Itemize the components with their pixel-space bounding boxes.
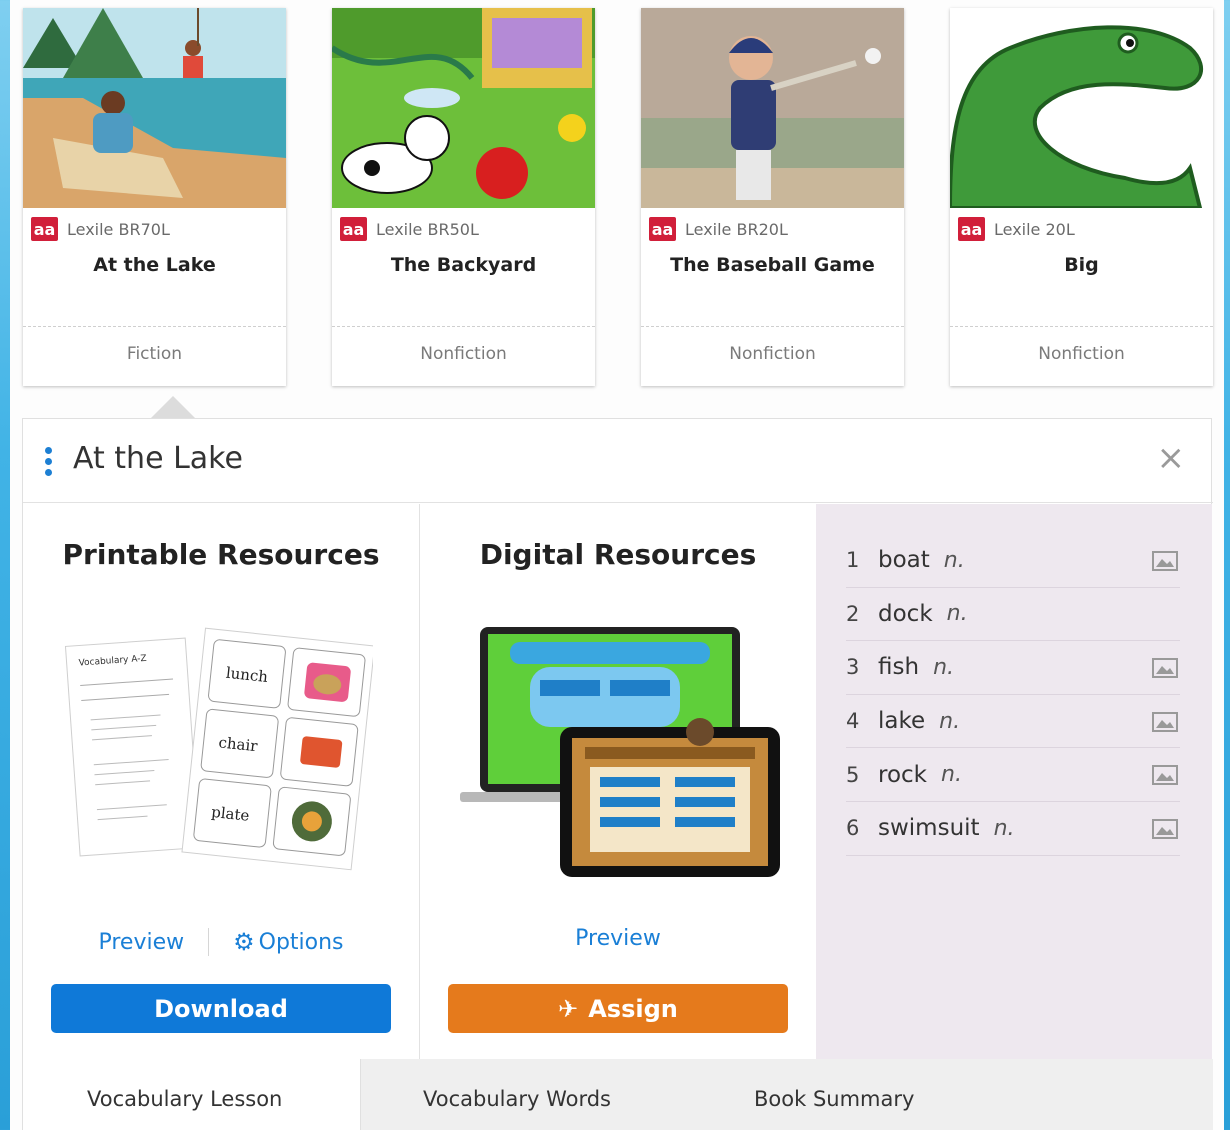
vocab-word: lake [878,708,926,735]
selected-card-pointer [151,396,195,418]
divider [23,326,286,327]
printable-resources-thumbnail[interactable]: Vocabulary A-Z lunch chair plate [63,622,376,882]
book-title[interactable]: The Backyard [332,254,595,276]
lexile-level: aa Lexile BR70L [31,216,170,242]
panel-title: At the Lake [73,441,243,476]
image-icon[interactable] [1152,551,1178,571]
gear-icon[interactable]: ⚙ [233,928,255,956]
image-icon[interactable] [1152,765,1178,786]
vocab-number: 5 [846,762,860,787]
vocabulary-list: 1 boat n. 2 dock n. 3 fish n. 4 lake n. … [846,534,1180,856]
link-divider [208,928,210,956]
vocab-word: fish [878,654,920,681]
book-genre: Nonfiction [1038,344,1125,364]
book-title[interactable]: Big [950,254,1213,276]
image-icon[interactable] [1152,818,1178,839]
image-icon[interactable] [1152,658,1178,679]
vocab-number: 6 [846,816,860,841]
vocab-item[interactable]: 2 dock n. [846,588,1180,642]
digital-resources-thumbnail[interactable] [450,622,790,882]
panel-header: At the Lake × [23,419,1213,503]
paper-plane-icon: ✈ [558,994,579,1023]
printable-resources-section: Printable Resources Vocabulary A-Z lunch… [23,504,420,1059]
book-title[interactable]: The Baseball Game [641,254,904,276]
assign-label: Assign [588,994,678,1023]
book-cover-image[interactable] [332,8,595,208]
panel-tabs: Vocabulary Lesson Vocabulary Words Book … [23,1059,1213,1130]
reading-level-badge: aa [649,217,676,241]
image-icon[interactable] [1152,711,1178,732]
reading-level-badge: aa [958,217,985,241]
vocab-word: dock [878,600,933,627]
vocab-word: swimsuit [878,815,980,842]
tab-vocabulary-words[interactable]: Vocabulary Words [423,1087,611,1111]
lexile-level: aa Lexile 20L [958,216,1075,242]
book-card-big[interactable]: aa Lexile 20L Big Nonfiction [950,8,1213,386]
vocab-word: rock [878,761,927,788]
book-title[interactable]: At the Lake [23,254,286,276]
vocab-number: 2 [846,601,860,626]
vocab-part-of-speech: n. [946,601,968,627]
vocab-number: 4 [846,709,860,734]
tab-vocabulary-lesson[interactable]: Vocabulary Lesson [23,1059,360,1130]
vocab-item[interactable]: 1 boat n. [846,534,1180,588]
options-link[interactable]: Options [259,930,344,955]
vocab-number: 3 [846,655,860,680]
lexile-text: Lexile 20L [994,219,1075,239]
printable-links: Preview ⚙ Options [23,928,419,956]
vocabulary-list-section: 1 boat n. 2 dock n. 3 fish n. 4 lake n. … [816,504,1212,1059]
divider [641,326,904,327]
lexile-text: Lexile BR70L [67,219,170,239]
vocab-part-of-speech: n. [941,762,962,788]
lexile-level: aa Lexile BR20L [649,216,788,242]
digital-resources-section: Digital Resources Preview ✈ Assign [420,504,816,1059]
vocab-item[interactable]: 6 swimsuit n. [846,802,1180,856]
vocab-item[interactable]: 3 fish n. [846,641,1180,695]
vocab-part-of-speech: n. [993,815,1015,841]
lexile-text: Lexile BR20L [685,219,788,239]
book-card-the-backyard[interactable]: aa Lexile BR50L The Backyard Nonfiction [332,8,595,386]
book-cover-image[interactable] [641,8,904,208]
download-button[interactable]: Download [51,984,391,1033]
vocab-word: boat [878,547,930,574]
book-detail-panel: At the Lake × Printable Resources Vocabu… [22,418,1213,1130]
close-icon[interactable]: × [1157,441,1186,475]
tab-book-summary[interactable]: Book Summary [754,1087,914,1111]
divider [950,326,1213,327]
book-cover-image[interactable] [23,8,286,208]
book-genre: Nonfiction [729,344,816,364]
assign-button[interactable]: ✈ Assign [448,984,788,1033]
lexile-level: aa Lexile BR50L [340,216,479,242]
vocab-item[interactable]: 4 lake n. [846,695,1180,749]
divider [332,326,595,327]
digital-links: Preview [420,926,816,951]
vocab-part-of-speech: n. [939,708,961,734]
more-options-icon[interactable] [45,447,53,477]
printable-preview-link[interactable]: Preview [98,930,184,955]
book-cover-image[interactable] [950,8,1213,208]
book-card-the-baseball-game[interactable]: aa Lexile BR20L The Baseball Game Nonfic… [641,8,904,386]
book-genre: Fiction [126,344,183,364]
reading-level-badge: aa [31,217,58,241]
vocab-number: 1 [846,548,860,573]
book-card-at-the-lake[interactable]: aa Lexile BR70L At the Lake Fiction [23,8,286,386]
reading-level-badge: aa [340,217,367,241]
printable-resources-heading: Printable Resources [62,538,380,571]
vocab-part-of-speech: n. [933,654,954,680]
digital-preview-link[interactable]: Preview [575,926,661,951]
digital-resources-heading: Digital Resources [479,538,757,571]
vocab-item[interactable]: 5 rock n. [846,748,1180,802]
book-genre: Nonfiction [420,344,507,364]
vocab-part-of-speech: n. [943,547,965,573]
lexile-text: Lexile BR50L [376,219,479,239]
content-area: aa Lexile BR70L At the Lake Fiction aa L… [10,0,1224,1130]
